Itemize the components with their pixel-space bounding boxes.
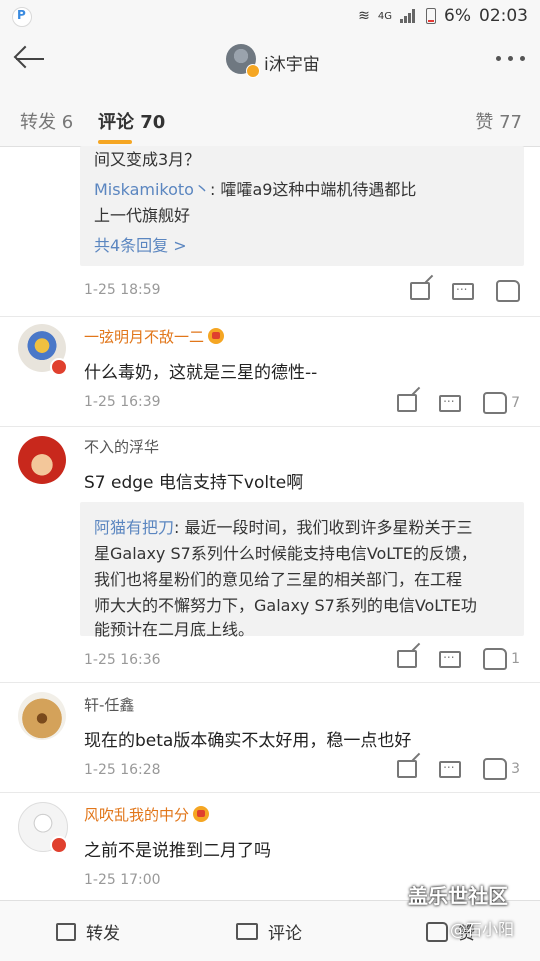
battery-level: 6% [444,6,471,26]
more-replies-link[interactable]: 共4条回复 > [94,232,187,256]
comment-list[interactable]: 间又变成3月？ Miskamikoto丶: 嚯嚯a9这种中端机待遇都比 上一代旗… [0,146,540,900]
comment-icon [236,923,258,940]
comment-user-name[interactable]: 风吹乱我的中分 [84,804,210,825]
comment-user-name[interactable]: 不入的浮华 [84,436,159,457]
reply-line: 阿猫有把刀: 最近一段时间，我们收到许多星粉关于三 [94,518,473,537]
back-arrow-icon[interactable] [12,44,46,74]
comment-text: S7 edge 电信支持下volte啊 [84,473,304,493]
divider [0,316,540,317]
divider [0,682,540,683]
network-type: 4G [377,10,393,22]
comment-user-name[interactable]: 一弦明月不敌一二 [84,326,225,347]
comment-time: 1-25 18:59 [84,282,161,298]
tab-likes[interactable]: 赞 77 [475,108,522,134]
verified-badge-icon [246,64,260,78]
comment-actions: 7 [397,391,520,414]
reply-icon[interactable] [439,757,462,778]
tab-reposts[interactable]: 转发 6 [20,108,73,134]
comment-time: 1-25 16:39 [84,394,161,410]
verified-badge-icon [50,836,68,854]
comment-time: 1-25 17:00 [84,872,161,888]
comment-button[interactable]: 评论 [236,919,302,944]
reply-line: 上一代旗舰好 [94,206,191,225]
divider [0,792,540,793]
repost-icon[interactable] [410,282,430,300]
more-options-icon[interactable] [496,56,526,62]
status-right: ≋ 4G 6% 02:03 [358,6,528,26]
reply-icon[interactable] [452,279,474,300]
watermark-brand: 盖乐世社区 [408,884,508,908]
reply-icon[interactable] [439,647,462,668]
clock: 02:03 [479,6,528,26]
status-bar: ≋ 4G 6% 02:03 [0,0,540,34]
reply-line: 间又变成3月？ [94,150,201,169]
comment-user-name[interactable]: 轩-任鑫 [84,694,134,715]
reply-preview-box[interactable]: 阿猫有把刀: 最近一段时间，我们收到许多星粉关于三 星Galaxy S7系列什么… [80,502,524,639]
wifi-icon: ≋ [358,8,370,24]
like-icon[interactable] [483,758,508,780]
verified-badge-icon [50,358,68,376]
reply-line: 能预计在二月底上线。 [94,620,255,639]
tab-comments[interactable]: 评论 70 [98,108,165,134]
reply-icon[interactable] [439,391,462,412]
comment-text: 什么毒奶，这就是三星的德性-- [84,363,318,383]
comment-time: 1-25 16:36 [84,652,161,668]
like-count: 7 [511,395,520,411]
avatar[interactable] [18,436,66,484]
reply-line: 我们也将星粉们的意见给了三星的相关部门，在工程 [94,570,463,589]
tab-bar: 转发 6 评论 70 赞 77 [0,86,540,147]
like-icon [426,921,448,942]
like-icon[interactable] [483,392,508,414]
signal-icon [400,9,418,23]
like-icon[interactable] [483,648,508,670]
reply-line: Miskamikoto丶: 嚯嚯a9这种中端机待遇都比 [94,180,417,199]
comment-text: 之前不是说推到二月了吗 [84,841,271,861]
reply-preview-box[interactable]: 间又变成3月？ Miskamikoto丶: 嚯嚯a9这种中端机待遇都比 上一代旗… [80,146,524,266]
comment-actions: 1 [397,647,520,670]
repost-icon[interactable] [397,650,418,668]
reply-user-name[interactable]: Miskamikoto丶 [94,180,210,199]
repost-icon[interactable] [397,394,418,412]
vip-crown-icon [208,328,225,344]
reply-user-name[interactable]: 阿猫有把刀 [94,518,174,537]
repost-icon [56,922,76,941]
watermark-user: @石小阳 [450,920,515,939]
repost-button[interactable]: 转发 [56,919,120,944]
active-tab-indicator [98,140,132,144]
app-notification-icon [12,7,32,27]
comment-time: 1-25 16:28 [84,762,161,778]
reply-line: 师大大的不懈努力下，Galaxy S7系列的电信VoLTE功 [94,596,477,615]
vip-crown-icon [193,806,210,822]
reply-line: 星Galaxy S7系列什么时候能支持电信VoLTE的反馈， [94,544,477,563]
repost-icon[interactable] [397,760,418,778]
avatar[interactable] [18,692,66,740]
divider [0,426,540,427]
header: i沐宇宙 [0,34,540,86]
comment-actions: 3 [397,757,520,780]
battery-icon [426,8,437,24]
author-name[interactable]: i沐宇宙 [264,50,320,75]
comment-text: 现在的beta版本确实不太好用，稳一点也好 [84,731,412,751]
like-icon[interactable] [496,280,520,302]
like-count: 1 [511,651,520,667]
repost-label: 转发 [86,924,120,944]
comment-label: 评论 [268,924,302,944]
like-count: 3 [511,761,520,777]
comment-actions [410,279,520,302]
